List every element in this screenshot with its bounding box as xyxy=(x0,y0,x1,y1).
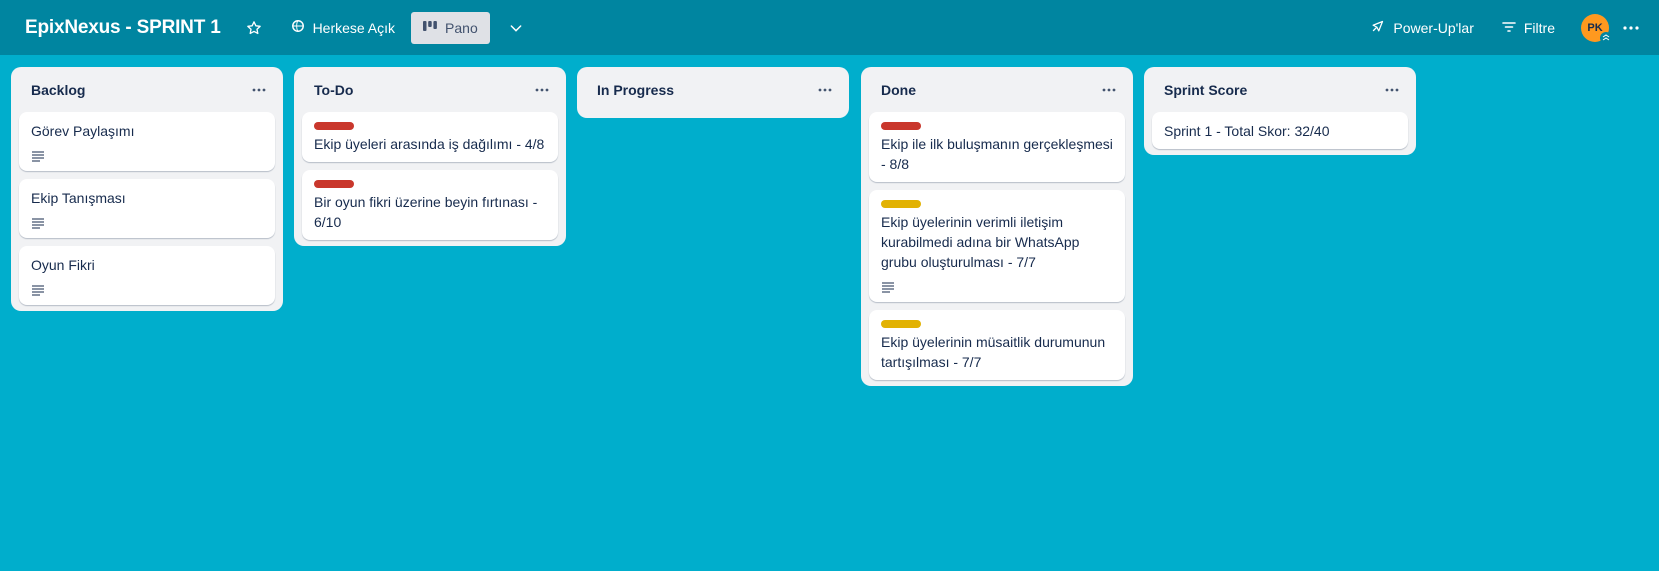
admin-badge-icon xyxy=(1600,31,1612,44)
list-title[interactable]: Sprint Score xyxy=(1164,82,1247,98)
list-header: To-Do xyxy=(294,67,566,112)
card-label-yellow[interactable] xyxy=(881,320,921,328)
list-sprint-score: Sprint Score Sprint 1 - Total Skor: 32/4… xyxy=(1144,67,1416,155)
board-view-label: Pano xyxy=(445,19,478,36)
card[interactable]: Görev Paylaşımı xyxy=(19,112,275,171)
list-menu-icon[interactable] xyxy=(249,80,269,100)
list-to-do: To-Do Ekip üyeleri arasında iş dağılımı … xyxy=(294,67,566,246)
card-title: Ekip üyeleri arasında iş dağılımı - 4/8 xyxy=(314,136,545,152)
card[interactable]: Ekip Tanışması xyxy=(19,179,275,238)
card-title: Ekip Tanışması xyxy=(31,190,126,206)
list-menu-icon[interactable] xyxy=(815,80,835,100)
list-menu-icon[interactable] xyxy=(1099,80,1119,100)
list-backlog: Backlog Görev Paylaşımı Ekip Tanışması O… xyxy=(11,67,283,311)
more-menu-icon[interactable] xyxy=(1617,14,1645,42)
visibility-button[interactable]: Herkese Açık xyxy=(285,12,401,44)
power-ups-button[interactable]: Power-Up'lar xyxy=(1362,12,1481,44)
list-header: Sprint Score xyxy=(1144,67,1416,112)
card[interactable]: Sprint 1 - Total Skor: 32/40 xyxy=(1152,112,1408,149)
list-menu-icon[interactable] xyxy=(1382,80,1402,100)
card-title: Ekip üyelerinin müsaitlik durumunun tart… xyxy=(881,334,1106,370)
filter-label: Filtre xyxy=(1523,19,1555,36)
list-in-progress: In Progress xyxy=(577,67,849,118)
card[interactable]: Ekip ile ilk buluşmanın gerçekleşmesi - … xyxy=(869,112,1125,182)
card-label-red[interactable] xyxy=(314,180,354,188)
card-label-red[interactable] xyxy=(881,122,921,130)
list-title[interactable]: Done xyxy=(881,82,916,98)
rocket-icon xyxy=(1370,19,1385,37)
card[interactable]: Bir oyun fikri üzerine beyin fırtınası -… xyxy=(302,170,558,240)
list-menu-icon[interactable] xyxy=(532,80,552,100)
description-icon xyxy=(31,147,47,163)
description-icon xyxy=(31,281,47,297)
card-title: Bir oyun fikri üzerine beyin fırtınası -… xyxy=(314,194,538,230)
avatar[interactable]: PK xyxy=(1581,13,1612,44)
star-icon[interactable] xyxy=(243,17,265,39)
filter-icon xyxy=(1502,20,1516,36)
visibility-label: Herkese Açık xyxy=(312,19,396,36)
card-title: Sprint 1 - Total Skor: 32/40 xyxy=(1164,123,1330,139)
card-title: Görev Paylaşımı xyxy=(31,123,135,139)
card[interactable]: Ekip üyelerinin verimli iletişim kurabil… xyxy=(869,190,1125,302)
list-title[interactable]: In Progress xyxy=(597,82,674,98)
board-view-button[interactable]: Pano xyxy=(411,11,490,44)
card[interactable]: Oyun Fikri xyxy=(19,246,275,305)
list-title[interactable]: Backlog xyxy=(31,82,85,98)
board-header: EpixNexus - SPRINT 1 Herkese Açık Pano P… xyxy=(0,0,1659,55)
list-header: Backlog xyxy=(11,67,283,112)
description-icon xyxy=(31,214,47,230)
power-ups-label: Power-Up'lar xyxy=(1393,19,1474,36)
chevron-down-icon[interactable] xyxy=(504,16,528,40)
card-label-red[interactable] xyxy=(314,122,354,130)
list-header: In Progress xyxy=(577,67,849,112)
description-icon xyxy=(881,278,897,294)
list-done: Done Ekip ile ilk buluşmanın gerçekleşme… xyxy=(861,67,1133,386)
board-title[interactable]: EpixNexus - SPRINT 1 xyxy=(25,17,221,39)
list-title[interactable]: To-Do xyxy=(314,82,353,98)
globe-icon xyxy=(291,19,305,36)
filter-button[interactable]: Filtre xyxy=(1494,12,1563,44)
list-header: Done xyxy=(861,67,1133,112)
card-title: Ekip ile ilk buluşmanın gerçekleşmesi - … xyxy=(881,136,1113,172)
card[interactable]: Ekip üyelerinin müsaitlik durumunun tart… xyxy=(869,310,1125,380)
card-title: Ekip üyelerinin verimli iletişim kurabil… xyxy=(881,214,1080,270)
card[interactable]: Ekip üyeleri arasında iş dağılımı - 4/8 xyxy=(302,112,558,162)
card-label-yellow[interactable] xyxy=(881,200,921,208)
card-title: Oyun Fikri xyxy=(31,257,95,273)
board-icon xyxy=(423,20,437,36)
avatar-initials: PK xyxy=(1587,21,1603,34)
